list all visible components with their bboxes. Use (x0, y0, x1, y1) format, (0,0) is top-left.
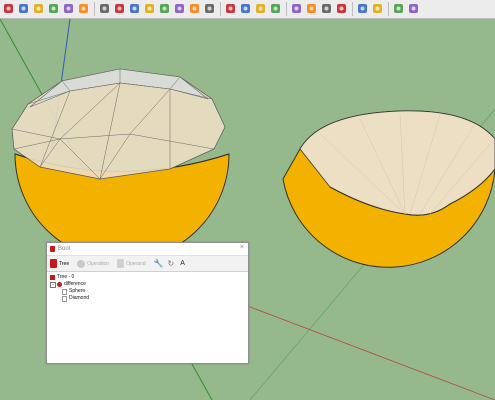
bool-plugin-window: Bool × Tree Operation Operand 🔧 ↻ A Tree… (46, 242, 249, 364)
operand-button[interactable]: Operand (117, 259, 146, 268)
close-icon[interactable]: × (240, 244, 244, 251)
layers-icon[interactable] (269, 2, 282, 15)
materials-icon[interactable] (239, 2, 252, 15)
letter-a-label: A (180, 260, 185, 267)
wrench-icon: 🔧 (153, 259, 164, 268)
collapse-icon[interactable]: − (50, 281, 56, 288)
scale-icon[interactable] (62, 2, 75, 15)
operation-button-label: Operation (87, 260, 110, 267)
rectangle-icon[interactable] (143, 2, 156, 15)
toolbar-separator (352, 2, 353, 16)
tree-difference-label: difference (64, 281, 86, 287)
tree-diamond-label: Diamond (69, 295, 90, 301)
tree-cylinder-icon (50, 259, 57, 268)
pan-icon[interactable] (173, 2, 186, 15)
styles-icon[interactable] (254, 2, 267, 15)
operand-cylinder-icon (117, 259, 125, 268)
plugin-red-icon[interactable] (392, 2, 405, 15)
rotate-icon[interactable] (47, 2, 60, 15)
toolbar-separator (94, 2, 95, 16)
plugin-x-icon[interactable] (335, 2, 348, 15)
plugin-shape-icon[interactable] (371, 2, 384, 15)
tree-diamond-node[interactable]: Diamond (50, 295, 248, 302)
window-titlebar[interactable]: Bool × (47, 243, 248, 255)
text-button[interactable]: A (180, 260, 185, 267)
plugin-view-icon[interactable] (290, 2, 303, 15)
component-icon[interactable] (224, 2, 237, 15)
main-toolbar (0, 0, 495, 19)
refresh-button[interactable]: ↻ (168, 259, 175, 268)
zoom-icon[interactable] (188, 2, 201, 15)
root-cylinder-icon (50, 275, 55, 280)
tree-sphere-label: Sphere (69, 288, 86, 294)
tree-button[interactable]: Tree (50, 259, 69, 268)
tree-difference-node[interactable]: − difference (50, 281, 248, 288)
pointer-icon[interactable] (17, 2, 30, 15)
operation-button[interactable]: Operation (77, 259, 110, 268)
line-icon[interactable] (113, 2, 126, 15)
wrench-button[interactable]: 🔧 (154, 259, 164, 268)
arc-icon[interactable] (128, 2, 141, 15)
window-title: Bool (58, 246, 71, 252)
select-arrow-icon[interactable] (2, 2, 15, 15)
sphere-component-icon (62, 288, 67, 295)
right-sphere-result[interactable] (282, 110, 495, 268)
toolbar-separator (286, 2, 287, 16)
pushpull-icon[interactable] (98, 2, 111, 15)
difference-op-icon (57, 282, 62, 287)
plugin-export-icon[interactable] (320, 2, 333, 15)
tree-root[interactable]: Tree - 0 (50, 274, 248, 281)
tree-sphere-node[interactable]: Sphere (50, 288, 248, 295)
plugin-bool-icon[interactable] (356, 2, 369, 15)
diamond-component-icon (62, 295, 67, 302)
move-icon[interactable] (32, 2, 45, 15)
operation-gear-icon (77, 259, 86, 268)
tree-button-label: Tree (59, 260, 70, 267)
plugin-box-icon[interactable] (407, 2, 420, 15)
orbit-icon[interactable] (158, 2, 171, 15)
toolbar-separator (388, 2, 389, 16)
left-sphere-with-diamond[interactable] (11, 68, 230, 262)
tree-view: Tree - 0 − difference Sphere Diamond (47, 272, 248, 302)
toolbar-separator (220, 2, 221, 16)
window-toolbar: Tree Operation Operand 🔧 ↻ A (47, 255, 248, 272)
plugin-copy-icon[interactable] (305, 2, 318, 15)
paint-bucket-icon[interactable] (77, 2, 90, 15)
zoom-extents-icon[interactable] (203, 2, 216, 15)
operand-button-label: Operand (126, 260, 146, 267)
tree-root-label: Tree - 0 (57, 274, 75, 280)
refresh-icon: ↻ (167, 259, 175, 268)
window-app-icon (50, 246, 55, 252)
